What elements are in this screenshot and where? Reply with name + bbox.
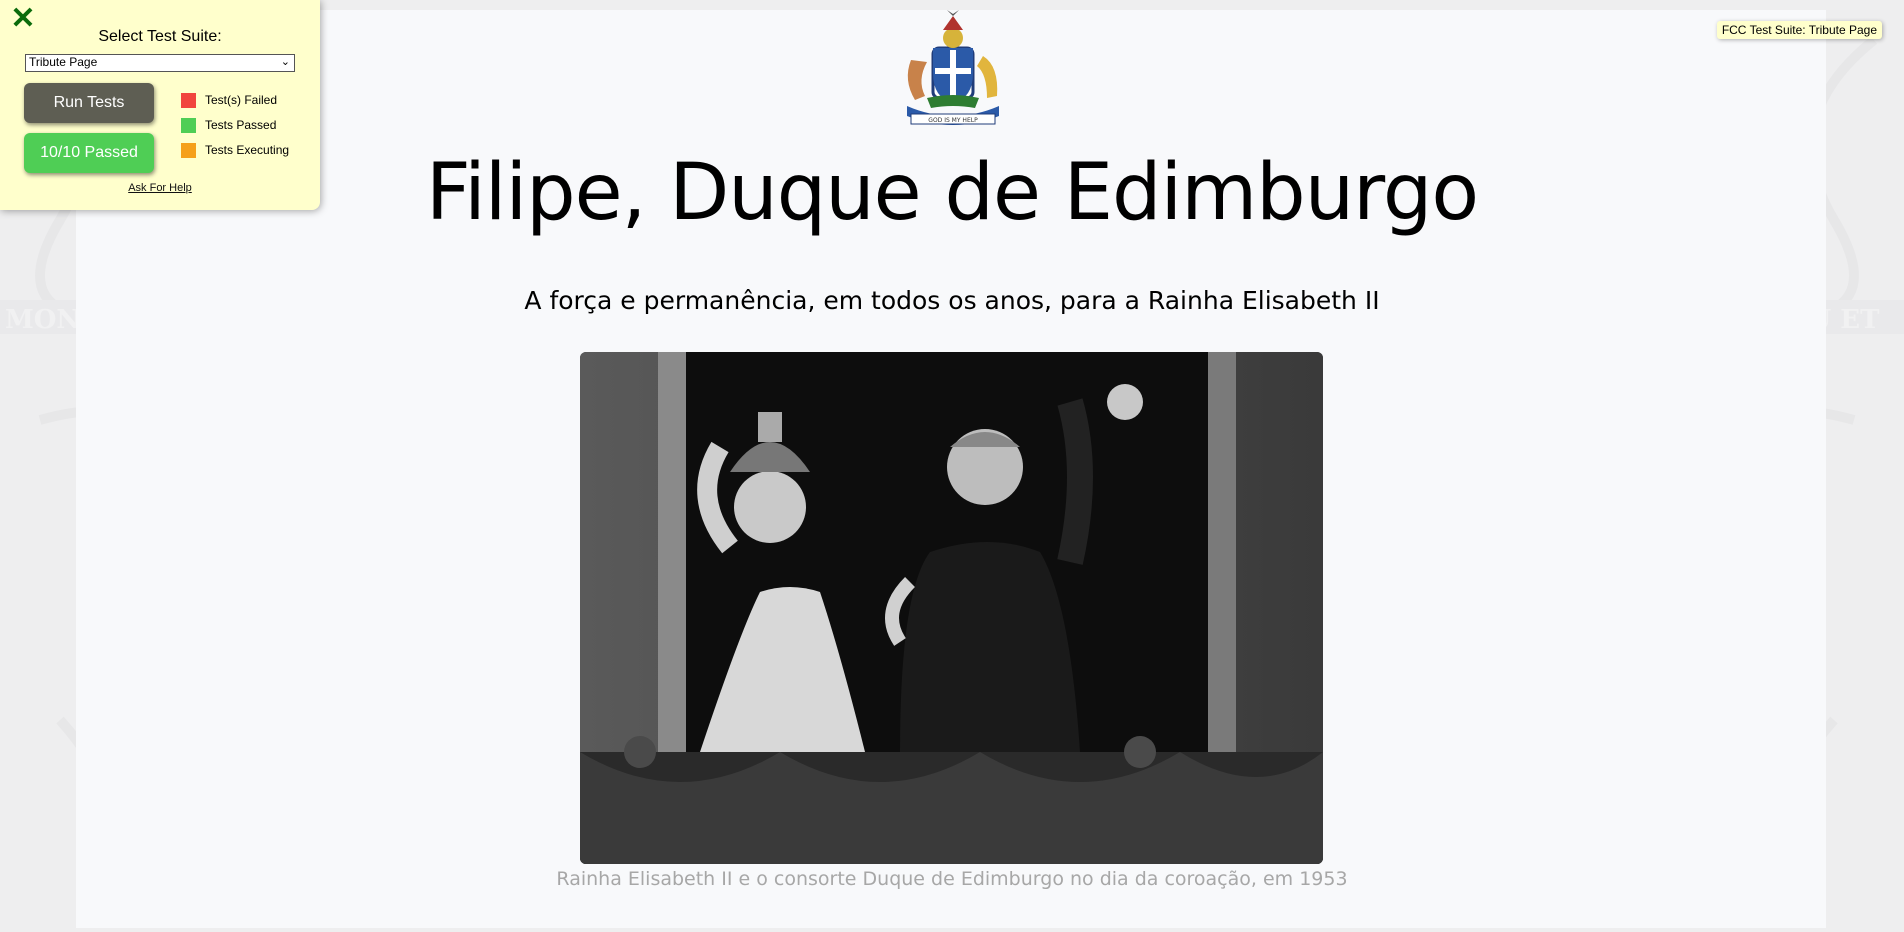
test-suite-selected: Tribute Page xyxy=(29,55,98,69)
test-results-button[interactable]: 10/10 Passed xyxy=(24,133,154,173)
coat-of-arms-icon: GOD IS MY HELP xyxy=(897,10,1009,134)
coronation-photo xyxy=(580,352,1323,864)
select-suite-label: Select Test Suite: xyxy=(98,28,222,45)
run-tests-button[interactable]: Run Tests xyxy=(24,83,154,123)
test-suite-select[interactable]: Tribute Page ⌄ xyxy=(25,54,295,72)
failed-swatch xyxy=(181,93,196,108)
legend-executing-label: Tests Executing xyxy=(205,143,290,157)
chevron-down-icon: ⌄ xyxy=(280,56,290,68)
crest-motto: GOD IS MY HELP xyxy=(928,117,978,124)
legend-passed-label: Tests Passed xyxy=(205,118,277,132)
fcc-suite-tag: FCC Test Suite: Tribute Page xyxy=(1716,21,1882,39)
photo-caption: Rainha Elisabeth II e o consorte Duque d… xyxy=(556,868,1348,890)
page-subtitle: A força e permanência, em todos os anos,… xyxy=(524,286,1380,315)
ask-for-help-link[interactable]: Ask For Help xyxy=(0,182,320,194)
legend-failed-label: Test(s) Failed xyxy=(205,93,278,107)
executing-swatch xyxy=(181,143,196,158)
fcc-test-panel: ✕ Select Test Suite: Tribute Page ⌄ Run … xyxy=(0,0,320,210)
passed-swatch xyxy=(181,118,196,133)
